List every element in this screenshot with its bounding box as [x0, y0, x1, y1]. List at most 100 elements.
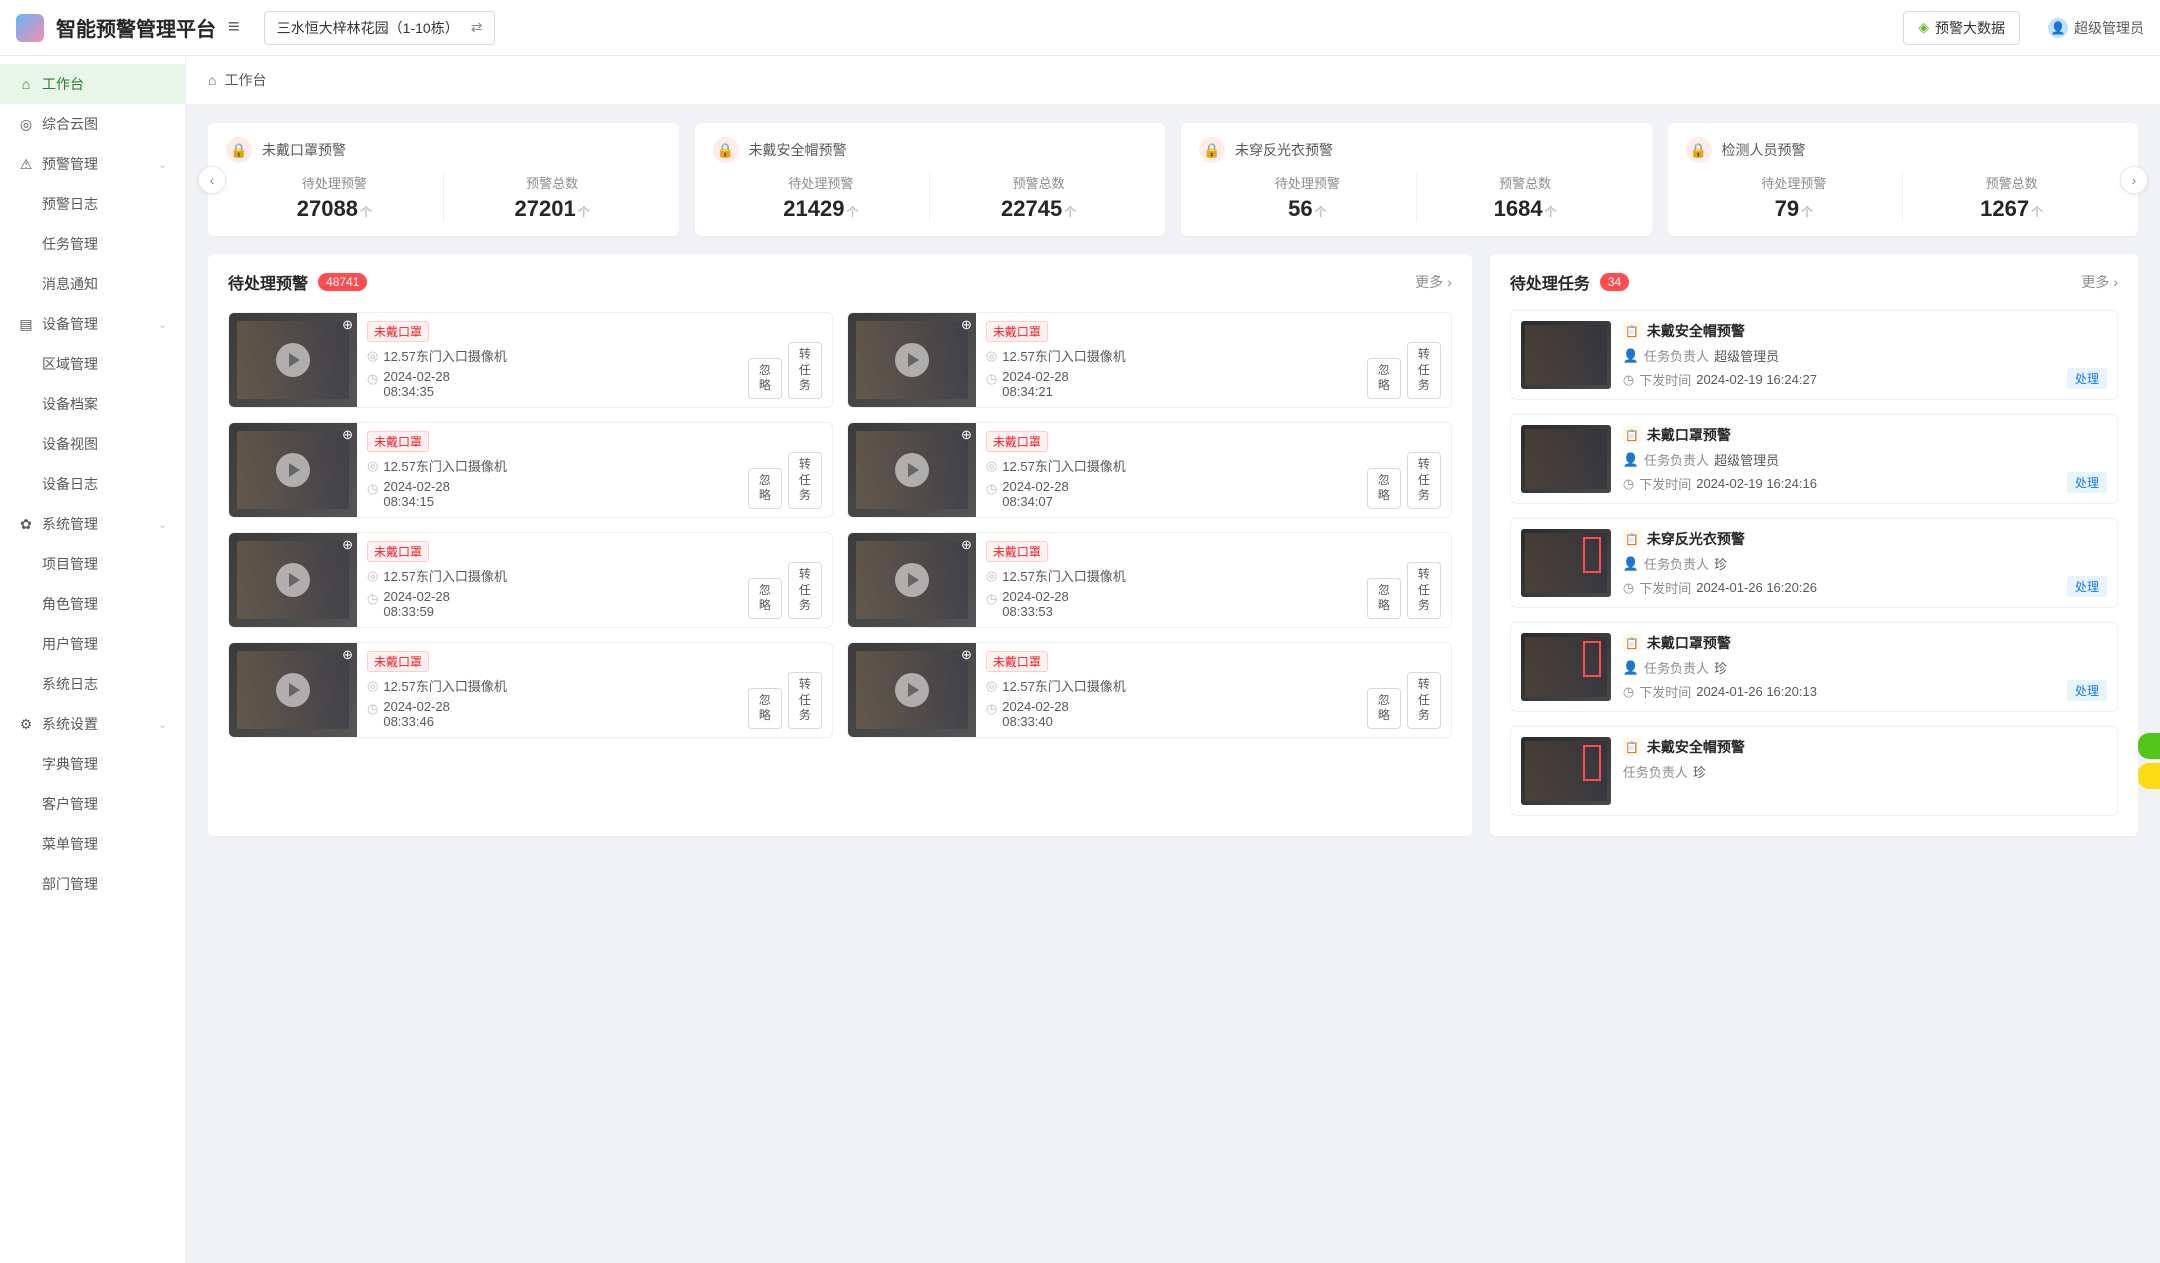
- nav-subitem[interactable]: 角色管理: [0, 584, 185, 624]
- clock-icon: ◷: [367, 481, 378, 497]
- task-card: 📋未戴安全帽预警 👤任务负责人超级管理员 ◷下发时间2024-02-19 16:…: [1510, 310, 2118, 400]
- transfer-button[interactable]: 转任务: [788, 672, 822, 729]
- task-thumbnail[interactable]: [1521, 529, 1611, 597]
- alert-thumbnail[interactable]: ⊕: [229, 533, 357, 627]
- alert-thumbnail[interactable]: ⊕: [848, 313, 976, 407]
- zoom-icon: ⊕: [961, 427, 972, 443]
- transfer-button[interactable]: 转任务: [1407, 672, 1441, 729]
- ignore-button[interactable]: 忽略: [1367, 688, 1401, 729]
- transfer-button[interactable]: 转任务: [1407, 452, 1441, 509]
- transfer-button[interactable]: 转任务: [1407, 562, 1441, 619]
- nav-subitem[interactable]: 客户管理: [0, 784, 185, 824]
- stat-pending-value: 56个: [1199, 196, 1416, 222]
- ignore-button[interactable]: 忽略: [748, 688, 782, 729]
- transfer-button[interactable]: 转任务: [1407, 342, 1441, 399]
- stat-card[interactable]: 🔒 未戴口罩预警 待处理预警 27088个 预警总数 27201个: [208, 123, 679, 236]
- nav-subitem[interactable]: 设备视图: [0, 424, 185, 464]
- nav-subitem[interactable]: 用户管理: [0, 624, 185, 664]
- alert-thumbnail[interactable]: ⊕: [848, 423, 976, 517]
- side-widget-green[interactable]: [2138, 733, 2160, 759]
- bigdata-button[interactable]: ◈ 预警大数据: [1903, 11, 2020, 45]
- nav-item[interactable]: ⚙系统设置⌄: [0, 704, 185, 744]
- stat-card[interactable]: 🔒 检测人员预警 待处理预警 79个 预警总数 1267个: [1668, 123, 2139, 236]
- task-thumbnail[interactable]: [1521, 737, 1611, 805]
- alert-time: 2024-02-2808:33:59: [383, 589, 450, 619]
- header: 智能预警管理平台 ≡ 三水恒大梓林花园（1-10栋） ⇄ ◈ 预警大数据 👤 超…: [0, 0, 2160, 56]
- alert-thumbnail[interactable]: ⊕: [848, 533, 976, 627]
- nav-label: 项目管理: [42, 554, 98, 574]
- ignore-button[interactable]: 忽略: [1367, 578, 1401, 619]
- chevron-down-icon: ⌄: [158, 158, 167, 171]
- ignore-button[interactable]: 忽略: [748, 578, 782, 619]
- transfer-button[interactable]: 转任务: [788, 562, 822, 619]
- clock-icon: ◷: [367, 701, 378, 717]
- stats-scroll-left[interactable]: ‹: [198, 166, 226, 194]
- task-sent-label: 下发时间: [1639, 474, 1691, 493]
- stat-pending-value: 79个: [1686, 196, 1903, 222]
- task-thumbnail[interactable]: [1521, 425, 1611, 493]
- task-thumbnail[interactable]: [1521, 633, 1611, 701]
- alert-thumbnail[interactable]: ⊕: [848, 643, 976, 737]
- nav-item[interactable]: ⌂工作台: [0, 64, 185, 104]
- menu-toggle-icon[interactable]: ≡: [228, 16, 240, 39]
- process-button[interactable]: 处理: [2067, 576, 2107, 597]
- play-icon: [276, 453, 310, 487]
- transfer-button[interactable]: 转任务: [788, 342, 822, 399]
- nav-subitem[interactable]: 项目管理: [0, 544, 185, 584]
- nav-subitem[interactable]: 系统日志: [0, 664, 185, 704]
- alerts-count-badge: 48741: [318, 273, 367, 291]
- task-time: 2024-01-26 16:20:26: [1696, 580, 1817, 595]
- chevron-right-icon: ›: [1447, 274, 1452, 290]
- ignore-button[interactable]: 忽略: [748, 358, 782, 399]
- alert-tag: 未戴口罩: [367, 541, 429, 562]
- play-icon: [895, 453, 929, 487]
- nav-item[interactable]: ⚠预警管理⌄: [0, 144, 185, 184]
- nav-subitem[interactable]: 字典管理: [0, 744, 185, 784]
- nav-subitem[interactable]: 预警日志: [0, 184, 185, 224]
- stat-total-label: 预警总数: [1417, 173, 1634, 192]
- nav-item[interactable]: ▤设备管理⌄: [0, 304, 185, 344]
- zoom-icon: ⊕: [342, 427, 353, 443]
- tasks-more-link[interactable]: 更多 ›: [2081, 272, 2118, 292]
- ignore-button[interactable]: 忽略: [1367, 468, 1401, 509]
- transfer-button[interactable]: 转任务: [788, 452, 822, 509]
- task-owner-label: 任务负责人: [1644, 658, 1709, 677]
- nav-label: 任务管理: [42, 234, 98, 254]
- side-widget-yellow[interactable]: [2138, 763, 2160, 789]
- ignore-button[interactable]: 忽略: [1367, 358, 1401, 399]
- nav-subitem[interactable]: 区域管理: [0, 344, 185, 384]
- nav-label: 系统管理: [42, 514, 98, 534]
- alerts-more-link[interactable]: 更多 ›: [1415, 272, 1452, 292]
- alert-thumbnail[interactable]: ⊕: [229, 313, 357, 407]
- user-icon: 👤: [1623, 556, 1639, 572]
- home-icon[interactable]: ⌂: [208, 72, 216, 88]
- stats-scroll-right[interactable]: ›: [2120, 166, 2148, 194]
- task-thumbnail[interactable]: [1521, 321, 1611, 389]
- stat-card[interactable]: 🔒 未戴安全帽预警 待处理预警 21429个 预警总数 22745个: [695, 123, 1166, 236]
- location-select[interactable]: 三水恒大梓林花园（1-10栋） ⇄: [264, 11, 496, 45]
- location-icon: ◎: [367, 568, 378, 584]
- nav-subitem[interactable]: 任务管理: [0, 224, 185, 264]
- nav-icon: ⌂: [18, 76, 34, 92]
- process-button[interactable]: 处理: [2067, 680, 2107, 701]
- nav-subitem[interactable]: 设备档案: [0, 384, 185, 424]
- nav-label: 系统设置: [42, 714, 98, 734]
- alert-thumbnail[interactable]: ⊕: [229, 643, 357, 737]
- nav-subitem[interactable]: 菜单管理: [0, 824, 185, 864]
- process-button[interactable]: 处理: [2067, 472, 2107, 493]
- task-title: 未戴口罩预警: [1647, 425, 1731, 445]
- nav-subitem[interactable]: 部门管理: [0, 864, 185, 904]
- ignore-button[interactable]: 忽略: [748, 468, 782, 509]
- nav-item[interactable]: ✿系统管理⌄: [0, 504, 185, 544]
- camera-name: 12.57东门入口摄像机: [1002, 456, 1126, 475]
- nav-subitem[interactable]: 消息通知: [0, 264, 185, 304]
- user-menu[interactable]: 👤 超级管理员: [2048, 18, 2144, 38]
- task-time: 2024-02-19 16:24:27: [1696, 372, 1817, 387]
- nav-subitem[interactable]: 设备日志: [0, 464, 185, 504]
- alert-thumbnail[interactable]: ⊕: [229, 423, 357, 517]
- process-button[interactable]: 处理: [2067, 368, 2107, 389]
- nav-item[interactable]: ◎综合云图: [0, 104, 185, 144]
- stat-card[interactable]: 🔒 未穿反光衣预警 待处理预警 56个 预警总数 1684个: [1181, 123, 1652, 236]
- alert-tag: 未戴口罩: [367, 431, 429, 452]
- location-label: 三水恒大梓林花园（1-10栋）: [277, 18, 459, 38]
